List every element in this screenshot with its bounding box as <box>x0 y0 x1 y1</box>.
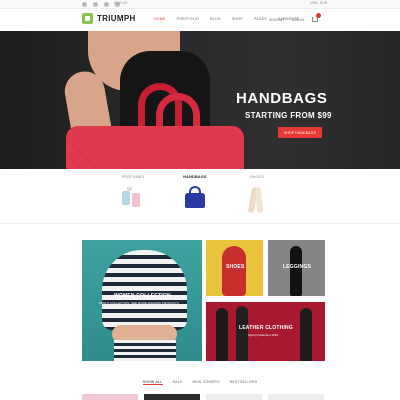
women-collection-subtitle: ABOUT COLLECTION, SEE MORE AMAZING PRODU… <box>99 301 179 305</box>
top-bar: ENG US USD EUR <box>0 0 400 9</box>
shoes-title: SHOES <box>226 264 245 270</box>
twitter-icon[interactable] <box>82 2 87 7</box>
shoes-model-image <box>222 246 246 296</box>
nav-item-home[interactable]: HOME <box>154 17 166 21</box>
category-strip: PERFUMES HANDBAGS SHOES <box>0 170 400 224</box>
logo-icon[interactable] <box>82 13 93 24</box>
shoes-tile[interactable]: SHOES <box>206 240 263 296</box>
hero-title: HANDBAGS <box>236 90 328 107</box>
women-collection-tile[interactable]: WOMEN COLLECTION ABOUT COLLECTION, SEE M… <box>82 240 202 361</box>
google-plus-icon[interactable] <box>104 2 109 7</box>
site-header: TRIUMPH HOME PORTFOLIO BLOG SHOP PAGES E… <box>0 9 400 30</box>
nav-item-blog[interactable]: BLOG <box>210 17 221 21</box>
leather-clothing-subtitle: Spring Collection 2016 <box>248 333 279 337</box>
tab-show-all[interactable]: SHOW ALL <box>142 380 163 385</box>
tab-bestsellers[interactable]: BESTSELLERS <box>230 380 258 385</box>
product-card[interactable] <box>82 394 138 400</box>
leather-model-image <box>236 306 248 361</box>
nav-item-portfolio[interactable]: PORTFOLIO <box>177 17 200 21</box>
login-link[interactable]: LOG IN <box>292 18 304 22</box>
product-filter-tabs: SHOW ALL SALE NEW COMERS BESTSELLERS <box>0 380 400 385</box>
product-card[interactable] <box>206 394 262 400</box>
cart-badge <box>316 13 321 18</box>
leather-clothing-title: LEATHER CLOTHING <box>239 325 293 331</box>
leather-model-image <box>216 308 228 361</box>
category-label: PERFUMES <box>121 175 145 179</box>
leggings-model-image <box>290 246 302 296</box>
shoe-icon <box>254 186 264 214</box>
language-selector[interactable]: ENG US <box>114 1 127 5</box>
shop-handbags-button[interactable]: SHOP HANDBAGS <box>278 127 322 138</box>
striped-shorts-image <box>114 340 176 361</box>
leather-clothing-tile[interactable]: LEATHER CLOTHING Spring Collection 2016 <box>206 302 325 361</box>
perfume-bottle-icon <box>132 193 140 207</box>
leggings-title: LEGGINGS <box>283 264 311 270</box>
category-label: SHOES <box>249 175 265 179</box>
women-collection-title: WOMEN COLLECTION <box>114 293 171 299</box>
leggings-tile[interactable]: LEGGINGS <box>268 240 325 296</box>
hero-banner: HANDBAGS STARTING FROM $99 SHOP HANDBAGS <box>0 31 400 169</box>
product-card[interactable] <box>268 394 324 400</box>
product-card[interactable] <box>144 394 200 400</box>
category-label: HANDBAGS <box>183 175 207 179</box>
logo-text[interactable]: TRIUMPH <box>97 14 136 23</box>
bag-quilt-pattern <box>66 126 244 169</box>
handbag-icon <box>185 193 205 208</box>
signup-link[interactable]: SIGN UP <box>269 18 284 22</box>
account-links: SIGN UP LOG IN <box>269 13 321 22</box>
nav-item-shop[interactable]: SHOP <box>232 17 243 21</box>
striped-top-image <box>102 250 187 330</box>
category-shoes[interactable]: SHOES <box>232 175 282 214</box>
hero-subtitle: STARTING FROM $99 <box>245 111 332 120</box>
category-handbags[interactable]: HANDBAGS <box>170 175 220 208</box>
tab-sale[interactable]: SALE <box>173 380 183 385</box>
currency-eur[interactable]: EUR <box>320 1 327 5</box>
facebook-icon[interactable] <box>93 2 98 7</box>
perfume-bottle-icon <box>122 191 130 205</box>
currency-usd[interactable]: USD <box>310 1 317 5</box>
cart-icon[interactable] <box>312 13 321 22</box>
tab-new-comers[interactable]: NEW COMERS <box>193 380 220 385</box>
category-perfumes[interactable]: PERFUMES <box>108 175 158 207</box>
nav-item-pages[interactable]: PAGES <box>254 17 267 21</box>
leather-model-image <box>300 308 312 361</box>
